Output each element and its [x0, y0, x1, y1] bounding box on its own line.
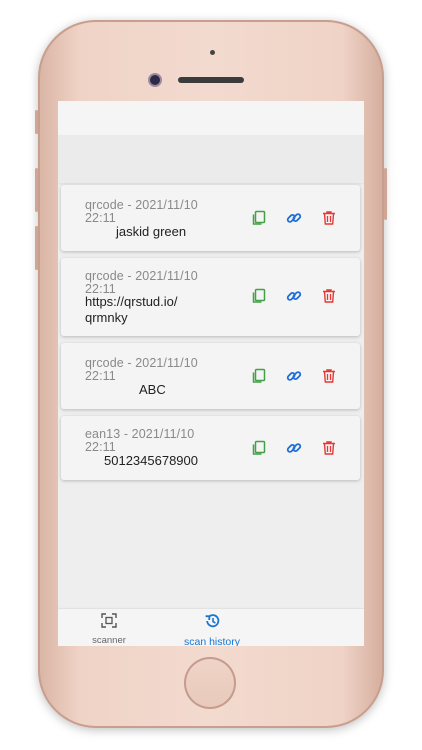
- open-link-button[interactable]: [285, 287, 303, 305]
- history-card-value: jaskid green: [116, 224, 187, 239]
- history-card-actions: [240, 343, 360, 409]
- trash-icon: [321, 288, 337, 304]
- trash-icon: [321, 440, 337, 456]
- history-card-value: https://qrstud.io/qrmnky: [85, 294, 178, 325]
- open-link-button[interactable]: [285, 367, 303, 385]
- copy-button[interactable]: [250, 287, 268, 305]
- home-button[interactable]: [184, 657, 236, 709]
- device-mockup: qrcode - 2021/11/10 22:11 jaskid green q…: [0, 0, 422, 750]
- nav-item-scanner[interactable]: scanner: [84, 613, 134, 646]
- history-card-meta: ean13 - 2021/11/10 22:11: [85, 427, 195, 454]
- link-icon: [286, 288, 302, 304]
- history-card-meta: qrcode - 2021/11/10 22:11: [85, 356, 198, 383]
- app-screen: qrcode - 2021/11/10 22:11 jaskid green q…: [58, 101, 364, 646]
- link-icon: [286, 368, 302, 384]
- history-card[interactable]: qrcode - 2021/11/10 22:11 jaskid green: [61, 185, 360, 251]
- history-card-meta: qrcode - 2021/11/10 22:11: [85, 269, 198, 296]
- mute-switch: [35, 110, 38, 134]
- trash-icon: [321, 210, 337, 226]
- copy-icon: [251, 368, 267, 384]
- history-icon: [204, 613, 221, 634]
- copy-icon: [251, 210, 267, 226]
- history-card-value: ABC: [139, 382, 166, 397]
- scanner-icon: [101, 613, 117, 633]
- earpiece-speaker: [178, 77, 244, 83]
- open-link-button[interactable]: [285, 209, 303, 227]
- delete-button[interactable]: [320, 287, 338, 305]
- delete-button[interactable]: [320, 367, 338, 385]
- link-icon: [286, 440, 302, 456]
- status-bar: [58, 101, 364, 135]
- front-camera: [150, 75, 160, 85]
- copy-button[interactable]: [250, 367, 268, 385]
- nav-item-label: scan history: [183, 636, 241, 646]
- copy-button[interactable]: [250, 209, 268, 227]
- trash-icon: [321, 368, 337, 384]
- history-card-actions: [240, 185, 360, 251]
- history-card[interactable]: qrcode - 2021/11/10 22:11 https://qrstud…: [61, 258, 360, 336]
- nav-item-scan-history[interactable]: scan history: [174, 613, 250, 646]
- volume-up-button: [35, 168, 38, 212]
- bottom-navigation: scanner scan history: [58, 609, 364, 646]
- copy-icon: [251, 288, 267, 304]
- history-card-value: 5012345678900: [104, 453, 198, 468]
- delete-button[interactable]: [320, 439, 338, 457]
- delete-button[interactable]: [320, 209, 338, 227]
- history-card-actions: [240, 258, 360, 336]
- nav-item-label: scanner: [92, 635, 126, 646]
- proximity-sensor: [210, 50, 215, 55]
- app-bar: [58, 135, 364, 183]
- history-card-actions: [240, 416, 360, 480]
- history-card[interactable]: ean13 - 2021/11/10 22:11 5012345678900: [61, 416, 360, 480]
- open-link-button[interactable]: [285, 439, 303, 457]
- copy-icon: [251, 440, 267, 456]
- copy-button[interactable]: [250, 439, 268, 457]
- power-button: [384, 168, 387, 220]
- volume-down-button: [35, 226, 38, 270]
- link-icon: [286, 210, 302, 226]
- history-card[interactable]: qrcode - 2021/11/10 22:11 ABC: [61, 343, 360, 409]
- history-card-meta: qrcode - 2021/11/10 22:11: [85, 198, 198, 225]
